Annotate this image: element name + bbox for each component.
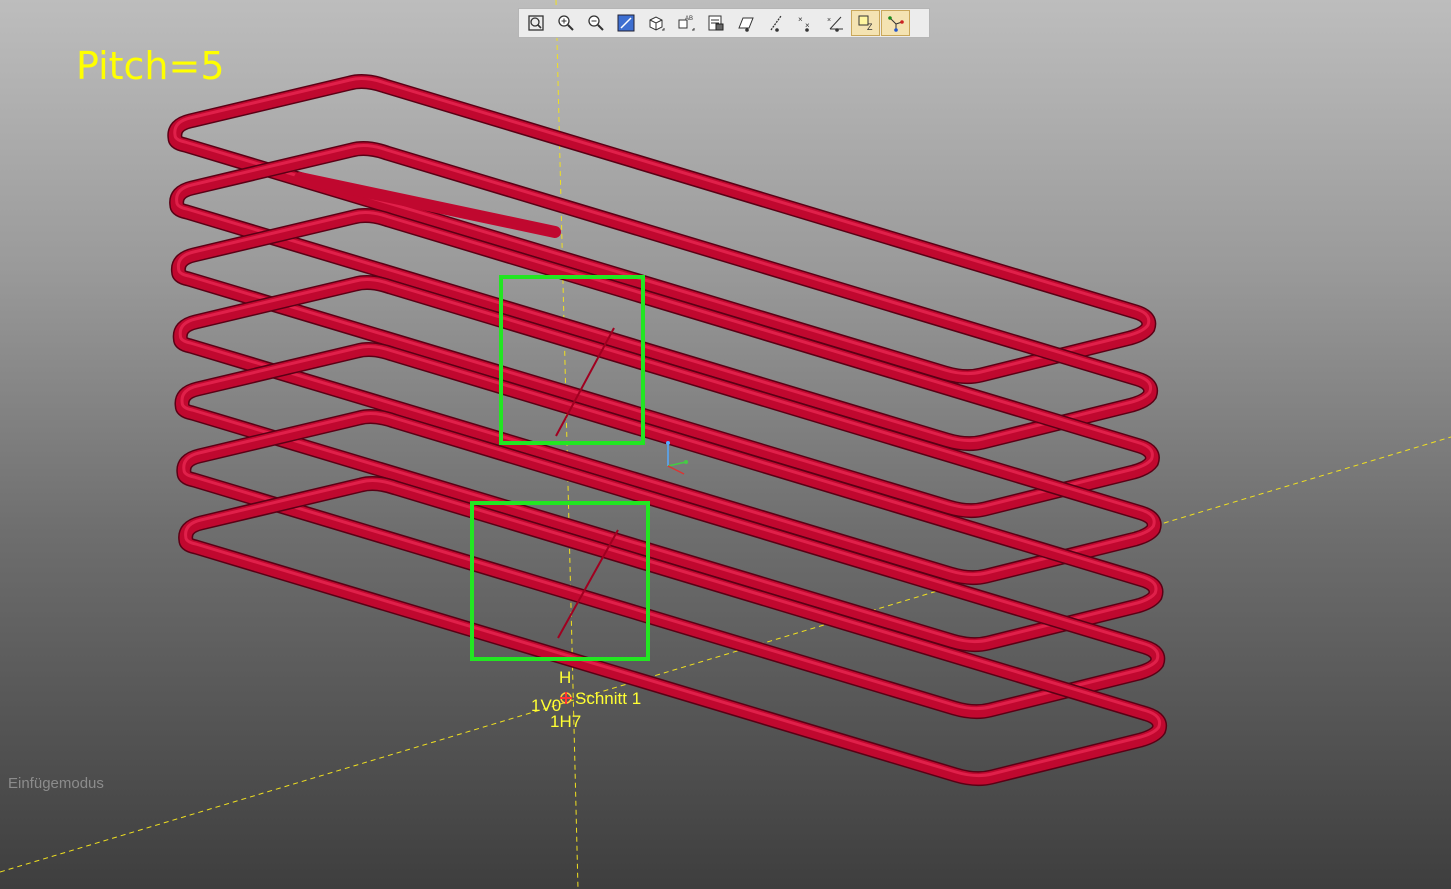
view-toolbar: AB × × × Z <box>518 8 930 38</box>
pitch-annotation: Pitch=5 <box>76 44 225 88</box>
view-cube-button[interactable] <box>641 10 670 36</box>
labels-icon: AB <box>678 16 694 31</box>
screenshot-button[interactable] <box>701 10 730 36</box>
zoom-fit-icon <box>527 15 544 31</box>
zoom-fit-button[interactable] <box>521 10 550 36</box>
dim-display-icon: Z <box>858 15 873 32</box>
zoom-out-button[interactable] <box>581 10 610 36</box>
svg-text:Z: Z <box>867 22 873 32</box>
coil-spring[interactable] <box>167 74 1168 787</box>
zoom-out-icon <box>587 15 604 31</box>
view-cube-icon <box>649 16 664 31</box>
snap-mode-button[interactable] <box>881 10 910 36</box>
show-axes-icon <box>769 15 782 32</box>
3d-viewport[interactable]: AB × × × Z Pitch=5 H Schnitt 1 1V0 1H7 Einfü… <box>0 0 1451 889</box>
model-scene[interactable] <box>0 0 1451 889</box>
svg-text:×: × <box>798 15 803 24</box>
zoom-window-icon <box>617 14 634 32</box>
snap-mode-icon <box>887 16 904 32</box>
section-marker-bottom-label: 1H7 <box>550 712 582 731</box>
show-csys-icon: × <box>827 16 843 32</box>
svg-text:AB: AB <box>685 16 693 22</box>
labels-button[interactable]: AB <box>671 10 700 36</box>
zoom-in-button[interactable] <box>551 10 580 36</box>
show-csys-button[interactable]: × <box>821 10 850 36</box>
show-points-button[interactable]: × × <box>791 10 820 36</box>
section-marker-icon <box>560 692 572 704</box>
zoom-in-icon <box>557 15 574 31</box>
screenshot-icon <box>708 15 723 31</box>
show-planes-icon <box>737 17 754 32</box>
show-points-icon: ×× <box>798 15 810 32</box>
svg-text:×: × <box>827 17 831 24</box>
show-planes-button[interactable] <box>731 10 760 36</box>
show-axes-button[interactable] <box>761 10 790 36</box>
mode-status-text: Einfügemodus <box>8 775 104 792</box>
section-name-label[interactable]: Schnitt 1 <box>575 689 641 709</box>
zoom-window-button[interactable] <box>611 10 640 36</box>
section-marker-top-label: H <box>559 668 572 687</box>
dim-display-button[interactable]: Z <box>851 10 880 36</box>
